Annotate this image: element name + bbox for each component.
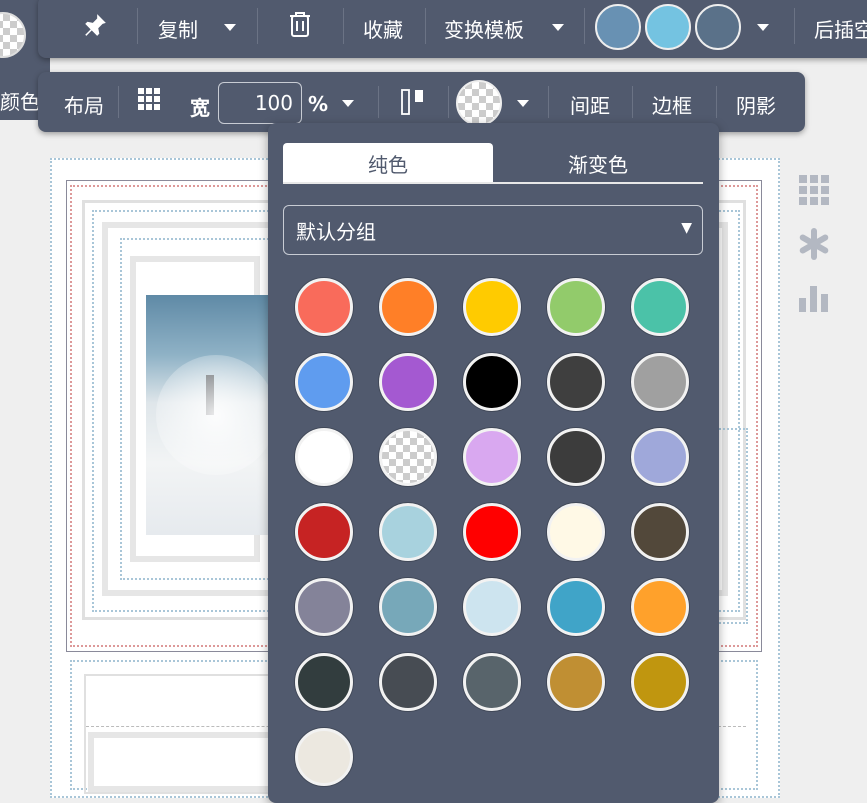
color-swatch[interactable] [463, 578, 521, 636]
color-swatch[interactable] [631, 353, 689, 411]
color-swatch[interactable] [295, 578, 353, 636]
color-swatch[interactable] [295, 278, 353, 336]
bar-chart-icon[interactable] [798, 282, 832, 316]
color-group-value: 默认分组 [296, 219, 376, 244]
color-swatch[interactable] [379, 653, 437, 711]
lighthouse-photo[interactable] [146, 295, 271, 535]
color-swatch[interactable] [547, 428, 605, 486]
copy-button[interactable]: 复制 [158, 14, 198, 43]
select-arrow-icon: ▼ [681, 220, 692, 236]
color-group-select[interactable]: 默认分组 ▼ [283, 205, 703, 255]
color-swatch[interactable] [295, 353, 353, 411]
color-swatch[interactable] [379, 428, 437, 486]
tab-solid-color[interactable]: 纯色 [283, 143, 493, 183]
insert-empty-after-label: 后插空 [814, 18, 867, 42]
color-swatch[interactable] [379, 278, 437, 336]
copy-dropdown-caret-icon[interactable] [224, 24, 236, 31]
template-dropdown-caret-icon[interactable] [552, 24, 564, 31]
right-sidebar [798, 174, 834, 336]
align-top-icon[interactable] [400, 88, 426, 116]
transform-template-button[interactable]: 变换模板 [444, 14, 524, 43]
color-swatch[interactable] [631, 278, 689, 336]
color-swatch[interactable] [547, 353, 605, 411]
color-swatch[interactable] [379, 353, 437, 411]
background-color-caret-icon[interactable] [517, 100, 529, 107]
color-label: 颜色 [0, 90, 40, 114]
width-value: 100 [254, 91, 293, 115]
color-swatch[interactable] [379, 503, 437, 561]
tab-gradient-color[interactable]: 渐变色 [493, 143, 703, 183]
color-swatch[interactable] [463, 353, 521, 411]
width-label: 宽 [190, 96, 210, 120]
color-swatch[interactable] [463, 503, 521, 561]
favorite-label: 收藏 [363, 18, 403, 42]
shadow-button[interactable]: 阴影 [736, 90, 776, 119]
preset-color-1[interactable] [595, 4, 641, 50]
preset-color-3[interactable] [695, 4, 741, 50]
color-swatch[interactable] [547, 278, 605, 336]
trash-icon[interactable] [287, 10, 313, 38]
background-color-picker[interactable] [456, 80, 502, 126]
pin-icon[interactable] [82, 12, 108, 38]
preset-color-2[interactable] [645, 4, 691, 50]
preset-color-caret-icon[interactable] [757, 24, 769, 31]
asterisk-icon[interactable] [798, 228, 832, 262]
color-swatch[interactable] [463, 653, 521, 711]
color-swatch[interactable] [295, 653, 353, 711]
width-input[interactable]: 100 [218, 82, 302, 124]
color-swatch[interactable] [295, 728, 353, 786]
layout-grid-icon[interactable] [138, 88, 160, 110]
color-swatch[interactable] [631, 503, 689, 561]
color-swatch[interactable] [547, 578, 605, 636]
color-swatch[interactable] [295, 503, 353, 561]
color-swatch[interactable] [547, 653, 605, 711]
favorite-button[interactable]: 收藏 [363, 14, 403, 43]
color-swatch[interactable] [295, 428, 353, 486]
color-swatch[interactable] [547, 503, 605, 561]
color-swatch[interactable] [631, 578, 689, 636]
color-swatch[interactable] [379, 578, 437, 636]
layout-label[interactable]: 布局 [64, 90, 104, 119]
color-swatch[interactable] [631, 653, 689, 711]
color-picker-popup: 纯色 渐变色 默认分组 ▼ [268, 123, 719, 803]
unit-dropdown-caret-icon[interactable] [342, 100, 354, 107]
width-unit: % [308, 92, 329, 116]
color-swatch[interactable] [631, 428, 689, 486]
color-swatch[interactable] [463, 278, 521, 336]
transparent-color-preview[interactable] [0, 12, 26, 58]
grid-icon[interactable] [798, 174, 832, 208]
tab-underline [283, 182, 703, 184]
copy-label: 复制 [158, 18, 198, 42]
spacing-button[interactable]: 间距 [570, 90, 610, 119]
top-toolbar: 复制 收藏 变换模板 后插空 [38, 0, 867, 58]
color-swatch[interactable] [463, 428, 521, 486]
transform-template-label: 变换模板 [444, 18, 524, 42]
insert-empty-after-button[interactable]: 后插空 [814, 14, 867, 43]
border-button[interactable]: 边框 [652, 90, 692, 119]
